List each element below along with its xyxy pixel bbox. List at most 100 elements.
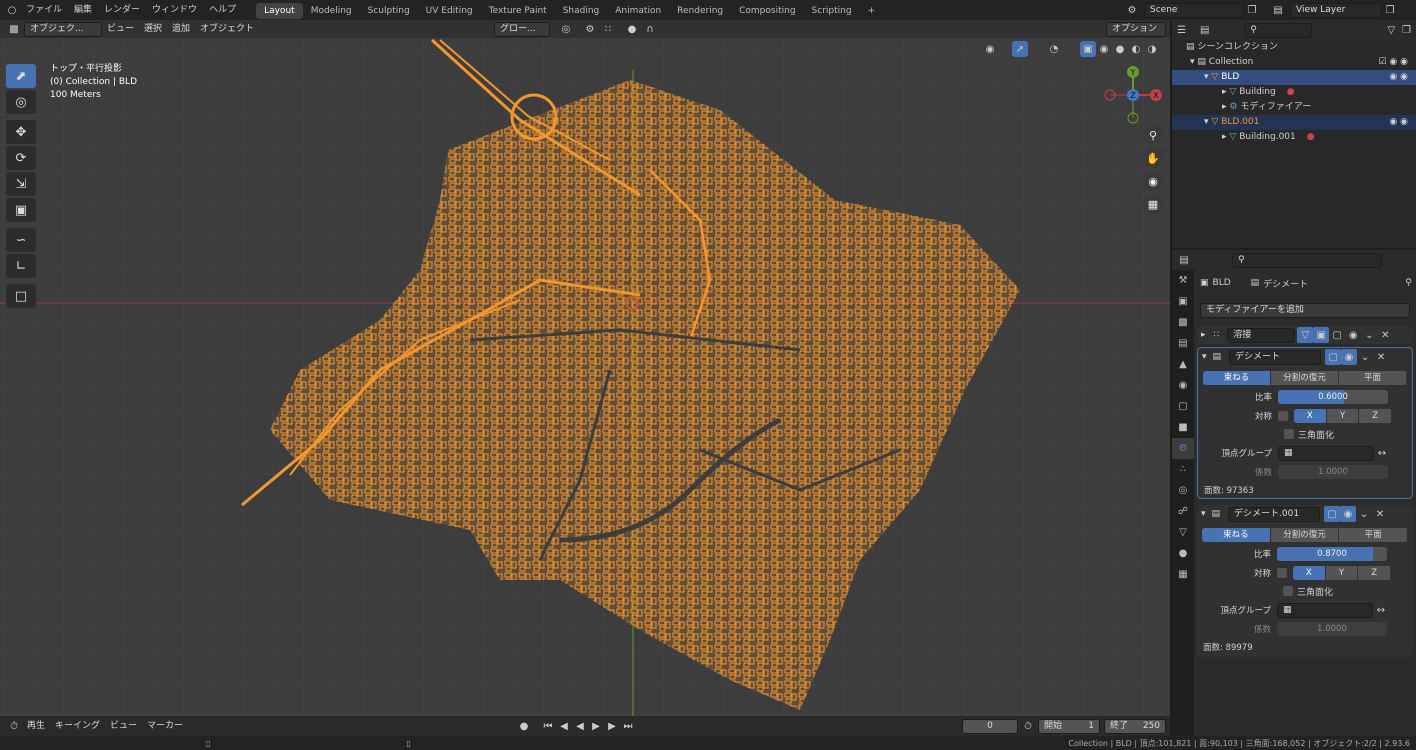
expand-icon[interactable]: ▸ [1222,102,1227,112]
properties-search-input[interactable]: ⚲ [1232,252,1382,268]
output-tab-icon[interactable]: ▩ [1172,312,1194,333]
axis-z[interactable]: Z [1359,409,1392,423]
solid-shading-icon[interactable]: ● [1112,41,1128,57]
camera-icon[interactable]: ◉ [1143,171,1163,191]
remove-modifier-icon[interactable]: ✕ [1377,327,1393,343]
new-scene-icon[interactable]: ❐ [1244,2,1260,18]
select-tool-icon[interactable]: ⬈ [6,64,36,88]
physics-tab-icon[interactable]: ◎ [1172,480,1194,501]
tab-scripting[interactable]: Scripting [804,3,860,19]
options-dropdown[interactable]: オプション [1106,21,1166,37]
expand-icon[interactable]: ▸ [1222,87,1227,97]
ortho-grid-icon[interactable]: ▦ [1143,194,1163,214]
gizmo-toggle-icon[interactable]: ➚ [1012,41,1028,57]
ratio-slider[interactable]: 0.8700 [1277,547,1387,561]
menu-add[interactable]: 追加 [167,20,195,38]
view-layer-tab-icon[interactable]: ▤ [1172,333,1194,354]
zoom-icon[interactable]: ⚲ [1143,125,1163,145]
render-tab-icon[interactable]: ▣ [1172,291,1194,312]
properties-editor-icon[interactable]: ▤ [1176,252,1192,268]
vertex-group-field[interactable]: ▦ [1277,602,1373,618]
menu-view[interactable]: ビュー [102,20,139,38]
stopwatch-icon[interactable]: ⏱ [1020,718,1036,734]
blender-logo-icon[interactable]: ○ [4,2,20,18]
dropdown-icon[interactable]: ⌄ [1356,506,1372,522]
add-cube-tool-icon[interactable]: □ [6,284,36,308]
weld-name-field[interactable]: 溶接 [1227,327,1296,343]
pan-hand-icon[interactable]: ✋ [1143,148,1163,168]
transform-tool-icon[interactable]: ▣ [6,198,36,222]
render-icon[interactable]: ◉ [1345,327,1361,343]
tab-modeling[interactable]: Modeling [303,3,360,19]
new-collection-icon[interactable]: ❐ [1401,22,1412,38]
remove-modifier-icon[interactable]: ✕ [1372,506,1388,522]
menu-playback[interactable]: 再生 [22,717,50,735]
tab-uv-editing[interactable]: UV Editing [418,3,481,19]
visibility-icon[interactable]: ◉ [982,41,998,57]
render-icon[interactable]: ◉ [1340,506,1357,522]
menu-file[interactable]: ファイル [20,0,68,20]
tab-shading[interactable]: Shading [555,3,608,19]
collapse-arrow-icon[interactable]: ▾ [1201,509,1206,519]
xray-icon[interactable]: ▣ [1080,41,1096,57]
expand-icon[interactable]: ▾ [1204,72,1209,82]
symmetry-checkbox[interactable] [1277,568,1287,578]
expand-icon[interactable]: ▾ [1204,117,1209,127]
axis-z[interactable]: Z [1358,566,1391,580]
outliner-item-building-001[interactable]: ▸ ▽ Building.001 ● [1172,130,1416,145]
decimate-name-field[interactable]: デシメート [1229,349,1322,365]
tab-texture-paint[interactable]: Texture Paint [481,3,555,19]
decimate-001-name-field[interactable]: デシメート.001 [1228,506,1321,522]
outliner-item-bld[interactable]: ▾ ▽ BLD ◉ ◉ [1172,70,1416,85]
outliner-item-modifiers[interactable]: ▸ ⚙ モディファイアー [1172,100,1416,115]
expand-icon[interactable]: ▾ [1190,57,1195,67]
collection-visibility-icons[interactable]: ☑ ◉ ◉ [1379,55,1409,70]
tab-planar[interactable]: 平面 [1339,528,1408,542]
rendered-shading-icon[interactable]: ◑ [1144,41,1160,57]
ratio-slider[interactable]: 0.6000 [1278,390,1388,404]
menu-help[interactable]: ヘルプ [203,0,242,20]
menu-render[interactable]: レンダー [98,0,146,20]
pin-icon[interactable]: ⚲ [1405,278,1412,288]
axis-y[interactable]: Y [1326,409,1359,423]
scale-tool-icon[interactable]: ⇲ [6,172,36,196]
play-icon[interactable]: ▶ [588,718,604,734]
tab-collapse[interactable]: 束ねる [1203,371,1270,385]
view-layer-field[interactable]: View Layer [1290,2,1382,18]
collapse-arrow-icon[interactable]: ▸ [1201,330,1206,340]
timeline-editor-icon[interactable]: ⏱ [6,718,22,734]
tab-animation[interactable]: Animation [607,3,669,19]
axis-x[interactable]: X [1294,409,1326,423]
snap-icon[interactable]: ⚙ [582,21,598,37]
snap-target-icon[interactable]: ∷ [600,21,616,37]
tool-tab-icon[interactable]: ⚒ [1172,270,1194,291]
menu-edit[interactable]: 編集 [68,0,98,20]
render-icon[interactable]: ◉ [1341,349,1358,365]
outliner-editor-icon[interactable]: ☰ [1176,22,1187,38]
wireframe-shading-icon[interactable]: ◉ [1096,41,1112,57]
particles-tab-icon[interactable]: ∴ [1172,459,1194,480]
outliner-collection[interactable]: ▾ ▤ Collection ☑ ◉ ◉ [1172,55,1416,70]
proportional-edit-icon[interactable]: ● [624,21,640,37]
axis-y[interactable]: Y [1325,566,1358,580]
tab-layout[interactable]: Layout [256,3,303,19]
current-frame-field[interactable]: 0 [962,718,1018,734]
world-tab-icon[interactable]: ◉ [1172,375,1194,396]
modifier-tab-icon[interactable]: ⚙ [1172,438,1194,459]
vertex-group-field[interactable]: ▦ [1278,445,1374,461]
mode-dropdown[interactable]: オブジェク... [24,21,102,37]
play-reverse-icon[interactable]: ◀ [572,718,588,734]
data-tab-icon[interactable]: ▽ [1172,522,1194,543]
tab-compositing[interactable]: Compositing [731,3,803,19]
tab-unsubdivide[interactable]: 分割の復元 [1271,371,1338,385]
jump-end-icon[interactable]: ⏭ [620,718,636,734]
invert-icon[interactable]: ↔ [1374,445,1390,461]
annotate-tool-icon[interactable]: ∽ [6,228,36,252]
prev-keyframe-icon[interactable]: ◀ [556,718,572,734]
menu-view[interactable]: ビュー [105,717,142,735]
realtime-icon[interactable]: ▢ [1325,349,1342,365]
expand-icon[interactable]: ▸ [1222,132,1227,142]
symmetry-checkbox[interactable] [1278,411,1288,421]
measure-tool-icon[interactable]: ∟ [6,254,36,278]
transform-orientation-dropdown[interactable]: グロー... [494,21,550,37]
